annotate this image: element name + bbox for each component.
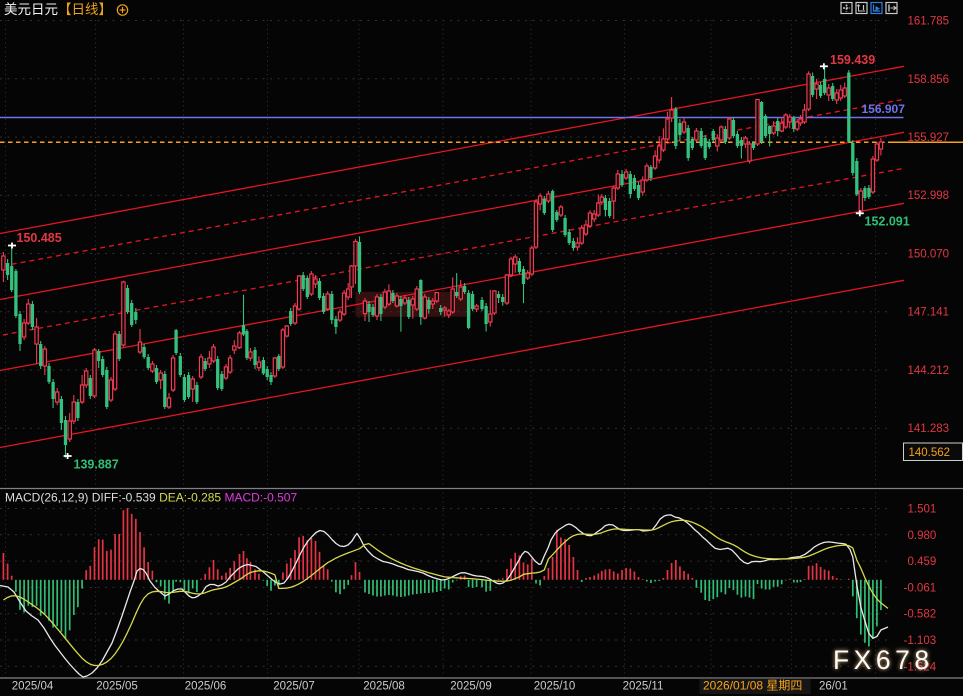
svg-text:158.856: 158.856	[908, 74, 950, 86]
svg-text:139.887: 139.887	[74, 458, 119, 472]
svg-text:2025/04: 2025/04	[12, 681, 54, 693]
svg-text:-0.582: -0.582	[904, 609, 937, 621]
svg-text:150.485: 150.485	[17, 231, 62, 245]
svg-text:2025/08: 2025/08	[363, 681, 405, 693]
svg-text:0.459: 0.459	[908, 556, 937, 568]
svg-text:147.141: 147.141	[908, 307, 950, 319]
svg-text:2026/01/08 星期四: 2026/01/08 星期四	[703, 679, 802, 693]
svg-text:0.980: 0.980	[908, 530, 937, 542]
svg-text:2025/06: 2025/06	[185, 681, 227, 693]
svg-text:150.070: 150.070	[908, 249, 950, 261]
svg-text:140.562: 140.562	[909, 447, 951, 459]
svg-text:161.785: 161.785	[908, 16, 950, 28]
svg-text:美元日元【日线】: 美元日元【日线】	[4, 2, 112, 17]
svg-text:144.212: 144.212	[908, 365, 950, 377]
svg-text:159.439: 159.439	[830, 53, 875, 67]
svg-text:1.501: 1.501	[908, 504, 937, 516]
svg-text:2025/07: 2025/07	[273, 681, 315, 693]
svg-text:2025/10: 2025/10	[534, 681, 576, 693]
svg-text:155.927: 155.927	[908, 132, 950, 144]
svg-text:FX678: FX678	[833, 645, 934, 675]
svg-text:MACD(26,12,9) DIFF:-0.539 DEA:: MACD(26,12,9) DIFF:-0.539 DEA:-0.285 MAC…	[5, 491, 297, 505]
svg-text:-0.061: -0.061	[904, 582, 937, 594]
svg-text:141.283: 141.283	[908, 423, 950, 435]
svg-text:2025/11: 2025/11	[623, 681, 664, 693]
svg-text:26/01: 26/01	[819, 681, 848, 693]
svg-text:152.998: 152.998	[908, 190, 950, 202]
svg-text:2025/05: 2025/05	[96, 681, 138, 693]
svg-text:156.907: 156.907	[862, 102, 906, 116]
svg-text:2025/09: 2025/09	[450, 681, 492, 693]
svg-text:152.091: 152.091	[865, 215, 910, 229]
